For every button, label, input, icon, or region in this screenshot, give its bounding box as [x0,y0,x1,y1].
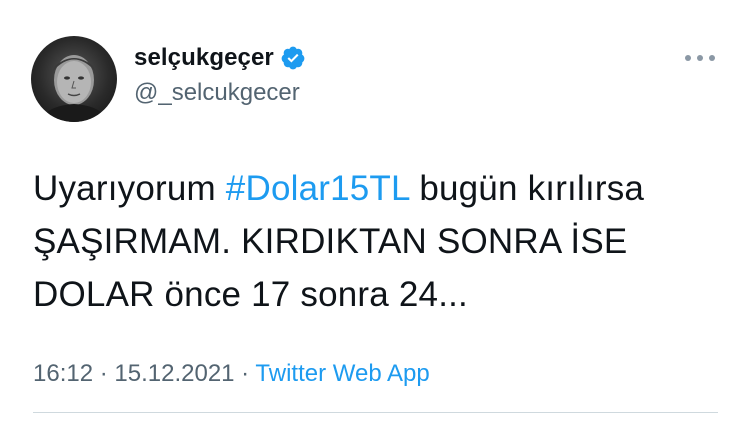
tweet-text: Uyarıyorum #Dolar15TL bugün kırılırsa ŞA… [33,162,713,321]
tweet-time[interactable]: 16:12 [33,360,93,387]
tweet-text-before: Uyarıyorum [33,169,226,208]
tweet-date[interactable]: 15.12.2021 [114,360,234,387]
display-name[interactable]: selçukgeçer [134,44,274,72]
tweet-source[interactable]: Twitter Web App [255,360,429,387]
divider [33,412,718,413]
meta-separator: · [93,360,115,387]
avatar[interactable] [31,36,117,122]
more-dot [709,55,715,61]
verified-badge-icon [281,46,305,70]
more-options-icon[interactable] [685,50,715,66]
more-dot [697,55,703,61]
more-dot [685,55,691,61]
tweet-card: selçukgeçer @_selcukgecer Uyarıyorum #Do… [0,0,750,440]
tweet-meta: 16:12 · 15.12.2021 · Twitter Web App [33,360,430,388]
author-handle[interactable]: @_selcukgecer [134,79,300,107]
meta-separator: · [234,360,256,387]
hashtag-link[interactable]: #Dolar15TL [226,169,410,208]
author-name-row: selçukgeçer [134,44,306,72]
